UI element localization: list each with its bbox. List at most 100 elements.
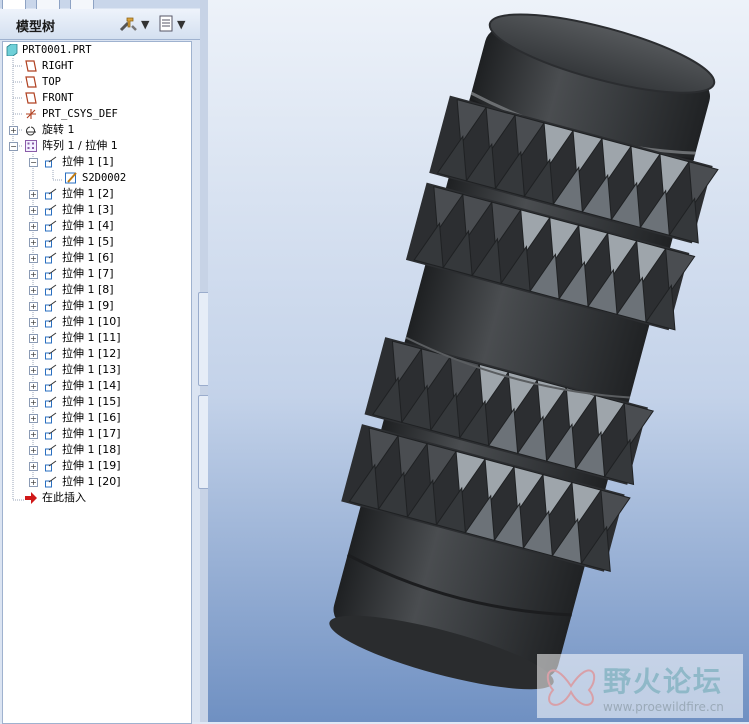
tree-item-csys[interactable]: PRT_CSYS_DEF xyxy=(3,106,191,122)
extrude-feature-icon xyxy=(45,252,57,264)
document-list-icon xyxy=(159,15,173,32)
tree-item-extrude-member[interactable]: + 拉伸 1 [11] xyxy=(3,330,191,346)
pattern-feature-icon xyxy=(25,140,37,152)
expand-plus-icon[interactable]: + xyxy=(29,446,38,455)
tree-item-extrude-member[interactable]: + 拉伸 1 [7] xyxy=(3,266,191,282)
knurled-cylinder-model xyxy=(329,13,719,690)
expand-plus-icon[interactable]: + xyxy=(29,206,38,215)
expand-plus-icon[interactable]: + xyxy=(29,350,38,359)
graphics-viewport[interactable]: 野火论坛 www.proewildfire.cn xyxy=(208,0,749,722)
expand-plus-icon[interactable]: + xyxy=(29,222,38,231)
extrude-feature-icon xyxy=(45,476,57,488)
tree-item-extrude-member[interactable]: + 拉伸 1 [17] xyxy=(3,426,191,442)
model-tree-header: 模型树 ▼ ▼ xyxy=(0,9,200,40)
part-icon xyxy=(6,44,18,56)
extrude-feature-icon xyxy=(45,444,57,456)
tree-item-label: 拉伸 1 [4] xyxy=(62,219,114,232)
extrude-feature-icon xyxy=(45,428,57,440)
tree-item-extrude-member[interactable]: + 拉伸 1 [5] xyxy=(3,234,191,250)
tree-item-extrude-member[interactable]: + 拉伸 1 [9] xyxy=(3,298,191,314)
extrude-feature-icon xyxy=(45,204,57,216)
chevron-down-icon: ▼ xyxy=(141,17,150,31)
expand-plus-icon[interactable]: + xyxy=(29,318,38,327)
tree-item-label: 拉伸 1 [1] xyxy=(62,155,114,168)
datum-plane-icon xyxy=(25,92,37,104)
tree-item-extrude-member[interactable]: + 拉伸 1 [19] xyxy=(3,458,191,474)
collapse-minus-icon[interactable]: − xyxy=(9,142,18,151)
tree-item-sketch[interactable]: S2D0002 xyxy=(3,170,191,186)
tree-item-label: 拉伸 1 [6] xyxy=(62,251,114,264)
expand-plus-icon[interactable]: + xyxy=(29,398,38,407)
expand-plus-icon[interactable]: + xyxy=(29,286,38,295)
tree-item-label: 拉伸 1 [18] xyxy=(62,443,121,456)
tree-item-root[interactable]: PRT0001.PRT xyxy=(3,42,191,58)
expand-plus-icon[interactable]: + xyxy=(29,478,38,487)
expand-plus-icon[interactable]: + xyxy=(29,254,38,263)
model-tree: PRT0001.PRT RIGHT TOP FRONT PRT_CSYS_DEF… xyxy=(2,41,192,724)
tree-item-extrude-member[interactable]: + 拉伸 1 [14] xyxy=(3,378,191,394)
tools-icon xyxy=(119,17,137,32)
tree-item-extrude-member[interactable]: + 拉伸 1 [12] xyxy=(3,346,191,362)
watermark-brand: 野火论坛 xyxy=(603,665,724,698)
expand-plus-icon[interactable]: + xyxy=(29,382,38,391)
expand-plus-icon[interactable]: + xyxy=(29,270,38,279)
tree-item-extrude-member[interactable]: + 拉伸 1 [8] xyxy=(3,282,191,298)
tree-item-extrude-member[interactable]: + 拉伸 1 [16] xyxy=(3,410,191,426)
settings-menu-button[interactable]: ▼ xyxy=(118,13,149,35)
show-menu-button[interactable]: ▼ xyxy=(158,13,185,35)
tree-item-extrude-member[interactable]: + 拉伸 1 [2] xyxy=(3,186,191,202)
butterfly-logo-icon xyxy=(546,669,596,706)
insert-arrow-icon xyxy=(25,492,37,504)
tree-item-extrude-member[interactable]: + 拉伸 1 [18] xyxy=(3,442,191,458)
expand-plus-icon[interactable]: + xyxy=(9,126,18,135)
tree-item-label: 拉伸 1 [8] xyxy=(62,283,114,296)
tree-item-revolve[interactable]: + 旋转 1 xyxy=(3,122,191,138)
extrude-feature-icon xyxy=(45,300,57,312)
extrude-feature-icon xyxy=(45,268,57,280)
tree-item-extrude-member[interactable]: + 拉伸 1 [6] xyxy=(3,250,191,266)
tree-item-extrude-member[interactable]: + 拉伸 1 [4] xyxy=(3,218,191,234)
collapse-minus-icon[interactable]: − xyxy=(29,158,38,167)
tree-item-extrude-member[interactable]: + 拉伸 1 [20] xyxy=(3,474,191,490)
tree-item-extrude-member[interactable]: + 拉伸 1 [10] xyxy=(3,314,191,330)
tree-item-label: PRT_CSYS_DEF xyxy=(42,108,118,120)
extrude-feature-icon xyxy=(45,284,57,296)
expand-plus-icon[interactable]: + xyxy=(29,302,38,311)
tree-item-label: PRT0001.PRT xyxy=(22,44,92,56)
chevron-down-icon: ▼ xyxy=(177,17,186,31)
expand-plus-icon[interactable]: + xyxy=(29,366,38,375)
expand-plus-icon[interactable]: + xyxy=(29,414,38,423)
expand-plus-icon[interactable]: + xyxy=(29,462,38,471)
expand-plus-icon[interactable]: + xyxy=(29,430,38,439)
tree-item-pattern[interactable]: − 阵列 1 / 拉伸 1 xyxy=(3,138,191,154)
tree-item-extrude-1[interactable]: − 拉伸 1 [1] xyxy=(3,154,191,170)
datum-plane-icon xyxy=(25,76,37,88)
tree-item-label: 拉伸 1 [2] xyxy=(62,187,114,200)
watermark: 野火论坛 www.proewildfire.cn xyxy=(537,654,743,718)
navigator-panel: 模型树 ▼ ▼ PRT0001.PRT RIGHT TOP FRONT PRT_… xyxy=(0,0,200,724)
extrude-feature-icon xyxy=(45,188,57,200)
extrude-feature-icon xyxy=(45,380,57,392)
tree-item-extrude-member[interactable]: + 拉伸 1 [3] xyxy=(3,202,191,218)
tree-item-datum-top[interactable]: TOP xyxy=(3,74,191,90)
tree-item-datum-front[interactable]: FRONT xyxy=(3,90,191,106)
coordinate-system-icon xyxy=(26,109,36,119)
expand-plus-icon[interactable]: + xyxy=(29,238,38,247)
tree-item-insert-here[interactable]: 在此插入 xyxy=(3,490,191,506)
extrude-feature-icon xyxy=(45,236,57,248)
tree-item-label: 拉伸 1 [5] xyxy=(62,235,114,248)
tree-item-label: 拉伸 1 [10] xyxy=(62,315,121,328)
tree-item-label: 拉伸 1 [14] xyxy=(62,379,121,392)
extrude-feature-icon xyxy=(45,156,57,168)
extrude-feature-icon xyxy=(45,348,57,360)
tree-item-datum-right[interactable]: RIGHT xyxy=(3,58,191,74)
tree-item-extrude-member[interactable]: + 拉伸 1 [15] xyxy=(3,394,191,410)
tree-item-label: 拉伸 1 [9] xyxy=(62,299,114,312)
expand-plus-icon[interactable]: + xyxy=(29,190,38,199)
tree-item-extrude-member[interactable]: + 拉伸 1 [13] xyxy=(3,362,191,378)
tree-item-label: 旋转 1 xyxy=(42,123,75,136)
extrude-feature-icon xyxy=(45,220,57,232)
expand-plus-icon[interactable]: + xyxy=(29,334,38,343)
tree-item-label: 拉伸 1 [3] xyxy=(62,203,114,216)
extrude-feature-icon xyxy=(45,316,57,328)
